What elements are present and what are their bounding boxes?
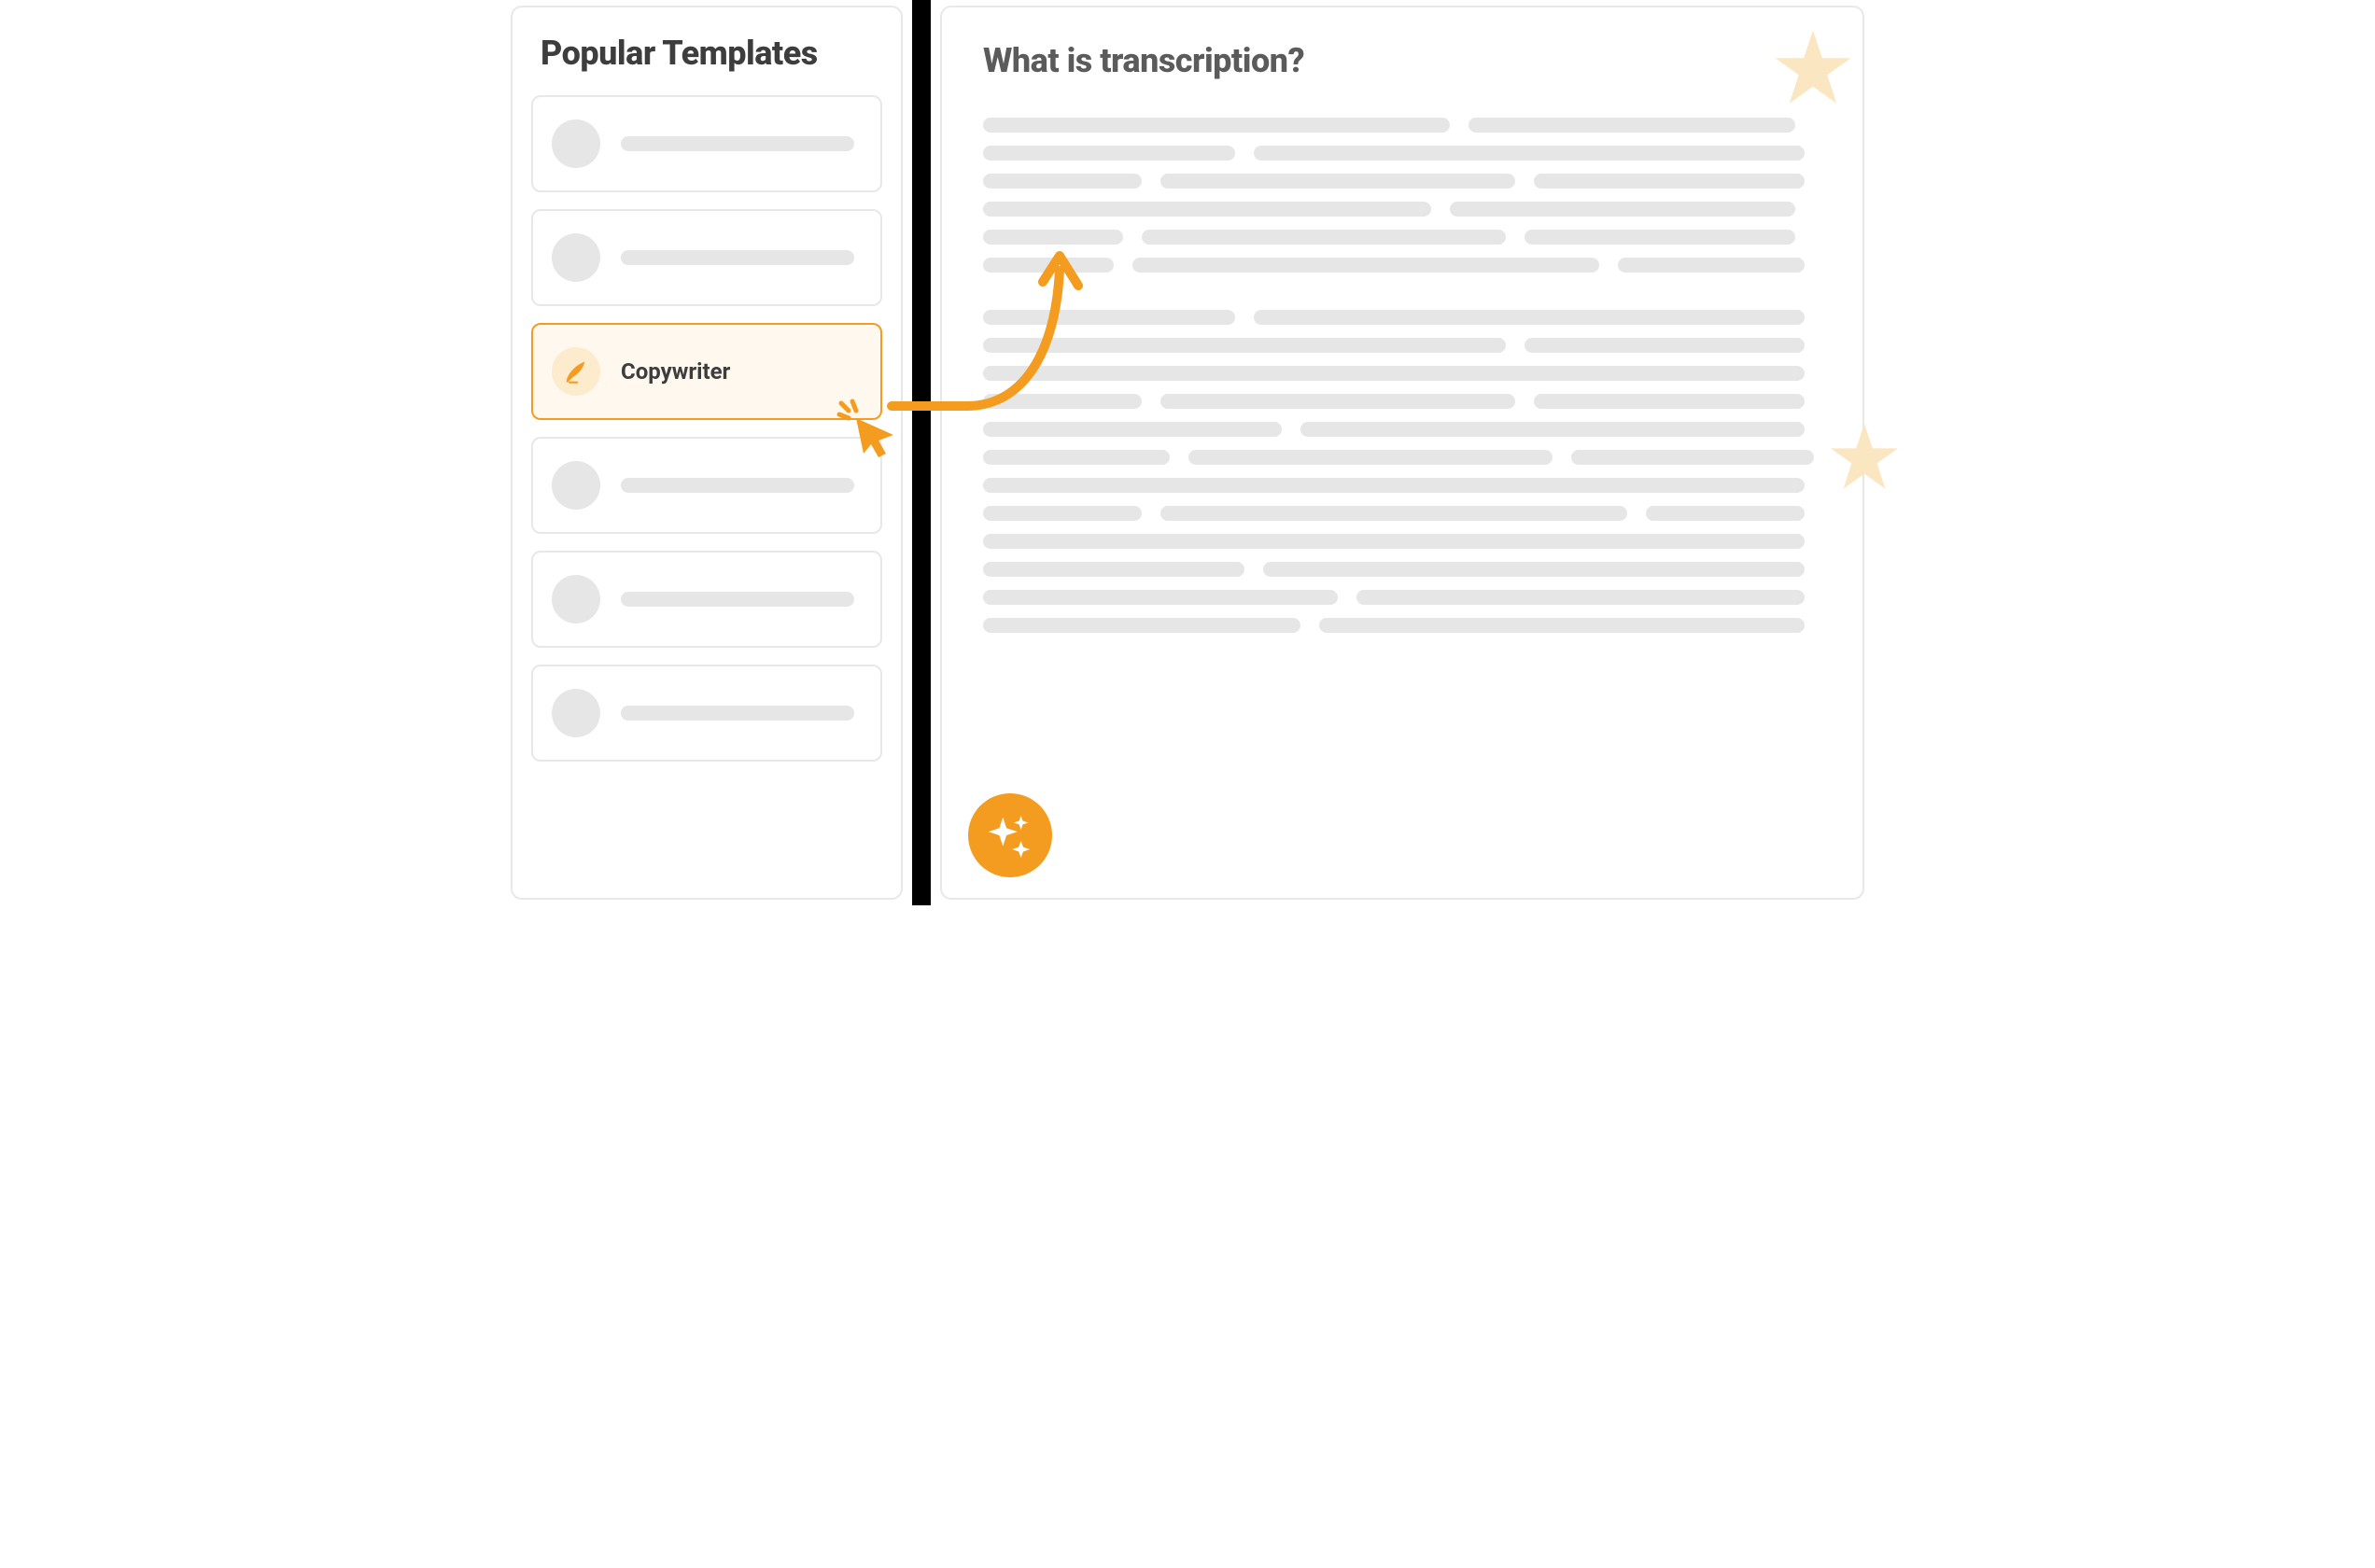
- text-line: [983, 230, 1123, 245]
- text-line: [1160, 394, 1515, 409]
- document-title: What is transcription?: [983, 41, 1821, 80]
- template-label-placeholder: [621, 478, 854, 493]
- text-line: [1571, 450, 1814, 465]
- text-line: [983, 562, 1244, 577]
- template-item[interactable]: [531, 437, 882, 534]
- template-label-placeholder: [621, 250, 854, 265]
- text-line: [983, 618, 1300, 633]
- template-item[interactable]: [531, 95, 882, 192]
- template-avatar-placeholder: [552, 575, 600, 623]
- template-avatar-placeholder: [552, 119, 600, 168]
- text-line: [1534, 174, 1805, 189]
- text-paragraph: [983, 310, 1821, 633]
- text-line: [983, 534, 1805, 549]
- template-label: Copywriter: [621, 358, 730, 385]
- text-line: [983, 338, 1506, 353]
- template-label-placeholder: [621, 592, 854, 607]
- template-item[interactable]: [531, 551, 882, 648]
- text-line: [1160, 174, 1515, 189]
- text-line: [983, 394, 1142, 409]
- sidebar-title: Popular Templates: [541, 34, 882, 73]
- text-line: [1300, 422, 1805, 437]
- text-line: [983, 450, 1170, 465]
- text-line: [983, 422, 1282, 437]
- text-line: [1534, 394, 1805, 409]
- text-line: [983, 174, 1142, 189]
- text-line: [1618, 258, 1805, 273]
- sparkle-badge-icon: [968, 793, 1052, 877]
- quill-icon: [563, 358, 589, 385]
- text-line: [983, 478, 1805, 493]
- text-line: [1469, 118, 1795, 133]
- panel-divider: [912, 0, 931, 905]
- text-line: [1188, 450, 1553, 465]
- text-line: [1142, 230, 1506, 245]
- text-line: [983, 146, 1235, 161]
- text-line: [1356, 590, 1805, 605]
- template-label-placeholder: [621, 136, 854, 151]
- text-line: [983, 366, 1805, 381]
- text-line: [983, 590, 1338, 605]
- template-label-placeholder: [621, 706, 854, 721]
- text-line: [1450, 202, 1795, 217]
- text-line: [1525, 230, 1795, 245]
- text-line: [983, 258, 1114, 273]
- template-item[interactable]: [531, 209, 882, 306]
- template-item-copywriter[interactable]: Copywriter: [531, 323, 882, 420]
- template-avatar-placeholder: [552, 233, 600, 282]
- text-line: [1254, 310, 1805, 325]
- template-avatar-placeholder: [552, 461, 600, 510]
- template-avatar-copywriter: [552, 347, 600, 396]
- text-line: [983, 310, 1235, 325]
- text-line: [983, 202, 1431, 217]
- templates-sidebar: Popular Templates Copywriter: [511, 6, 903, 900]
- text-paragraph: [983, 118, 1821, 273]
- document-panel: What is transcription?: [940, 6, 1864, 900]
- template-avatar-placeholder: [552, 689, 600, 737]
- text-line: [1319, 618, 1805, 633]
- text-line: [1525, 338, 1805, 353]
- text-line: [1160, 506, 1627, 521]
- text-line: [1263, 562, 1805, 577]
- text-line: [983, 506, 1142, 521]
- text-line: [983, 118, 1450, 133]
- text-line: [1646, 506, 1805, 521]
- illustration-stage: Popular Templates Copywriter: [501, 0, 1874, 905]
- template-item[interactable]: [531, 665, 882, 762]
- text-line: [1132, 258, 1599, 273]
- text-line: [1254, 146, 1805, 161]
